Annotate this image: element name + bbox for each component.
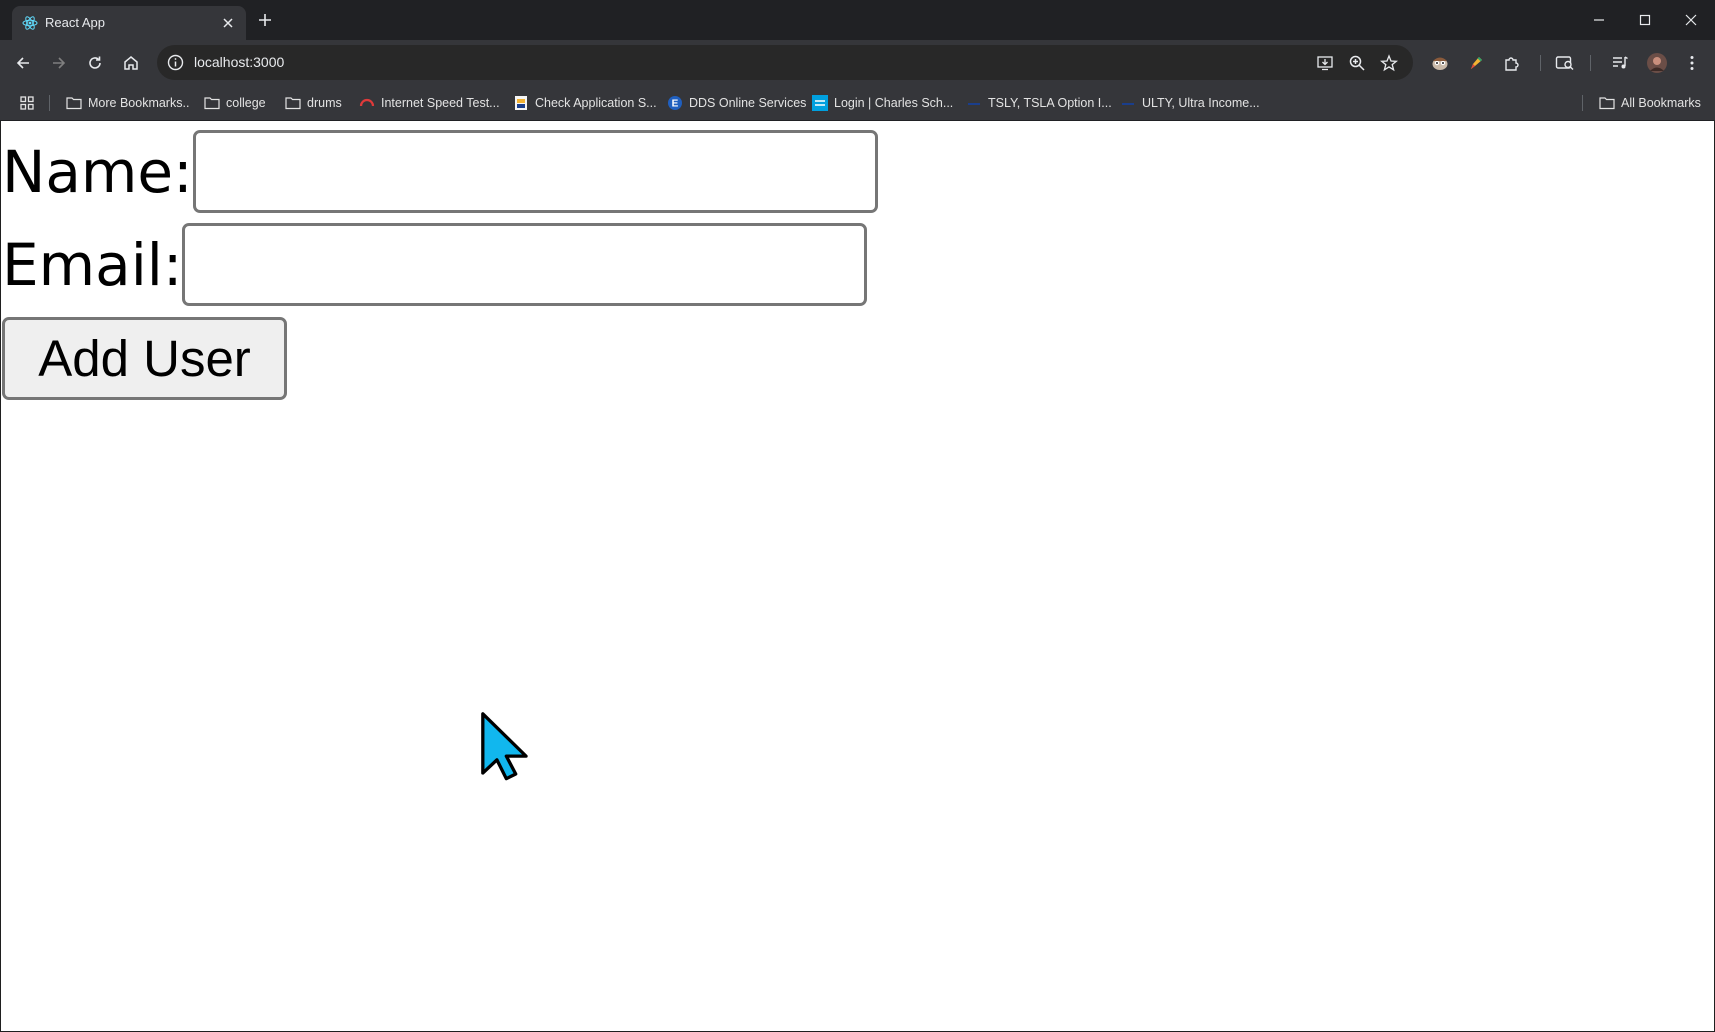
tab-react-app[interactable]: React App (12, 6, 246, 40)
url-text: localhost:3000 (194, 54, 285, 70)
bookmark-label: drums (307, 96, 342, 110)
kebab-menu-icon[interactable] (1680, 51, 1704, 75)
folder-icon (1599, 95, 1615, 111)
bookmark-label: Internet Speed Test... (381, 96, 500, 110)
bookmarks-bar: More Bookmarks.. college drums Internet … (0, 85, 1715, 121)
folder-icon (66, 95, 82, 111)
address-bar[interactable]: localhost:3000 (157, 45, 1413, 80)
svg-text:E: E (672, 99, 679, 110)
email-label: Email: (2, 230, 183, 299)
site-info-icon[interactable] (167, 54, 184, 71)
all-bookmarks-button[interactable]: All Bookmarks (1599, 85, 1701, 121)
bookmark-label: Check Application S... (535, 96, 657, 110)
tab-search-icon[interactable] (1553, 51, 1577, 75)
zoom-icon[interactable] (1347, 53, 1367, 73)
reload-icon[interactable] (83, 51, 107, 75)
folder-icon (204, 95, 220, 111)
extensions-puzzle-icon[interactable] (1500, 51, 1524, 75)
bookmark-drums[interactable]: drums (285, 85, 342, 121)
media-controls-icon[interactable] (1608, 51, 1632, 75)
page-viewport: Name: Email: Add User (1, 121, 1714, 1031)
speedtest-icon (359, 95, 375, 111)
bookmark-label: Login | Charles Sch... (834, 96, 954, 110)
schwab-icon (812, 95, 828, 111)
forward-arrow-icon[interactable] (47, 51, 71, 75)
browser-toolbar: localhost:3000 (0, 40, 1715, 85)
folder-icon (285, 95, 301, 111)
apps-grid-icon[interactable] (19, 85, 35, 121)
bookmarks-divider (49, 95, 50, 111)
name-input[interactable] (192, 130, 878, 213)
extension-pen-icon[interactable] (1464, 51, 1488, 75)
react-icon (22, 15, 38, 31)
bookmark-more-bookmarks[interactable]: More Bookmarks.. (66, 85, 189, 121)
bookmark-dds-online-services[interactable]: E DDS Online Services (667, 85, 806, 121)
bookmark-label: DDS Online Services (689, 96, 807, 110)
bookmark-college[interactable]: college (204, 85, 266, 121)
add-user-button[interactable]: Add User (2, 317, 287, 400)
name-label: Name: (2, 137, 193, 206)
new-tab-plus-icon[interactable] (255, 10, 275, 30)
profile-avatar[interactable] (1645, 51, 1669, 75)
home-icon[interactable] (119, 51, 143, 75)
bookmark-star-icon[interactable] (1379, 53, 1399, 73)
bookmark-internet-speed-test[interactable]: Internet Speed Test... (359, 85, 500, 121)
bookmark-label: More Bookmarks.. (88, 96, 190, 110)
close-window-icon[interactable] (1668, 0, 1714, 40)
install-app-icon[interactable] (1315, 53, 1335, 73)
site-icon (966, 95, 982, 111)
extension-mascot-icon[interactable] (1428, 51, 1452, 75)
minimize-icon[interactable] (1576, 0, 1622, 40)
mouse-pointer-icon (480, 711, 532, 783)
toolbar-divider (1540, 55, 1541, 71)
maximize-icon[interactable] (1622, 0, 1668, 40)
bookmark-tsly[interactable]: TSLY, TSLA Option I... (966, 85, 1112, 121)
tab-strip: React App (0, 0, 1715, 40)
site-icon (1120, 95, 1136, 111)
bookmark-ulty[interactable]: ULTY, Ultra Income... (1120, 85, 1260, 121)
email-row: Email: (2, 223, 868, 306)
site-icon (513, 95, 529, 111)
tab-title: React App (45, 15, 105, 30)
all-bookmarks-label: All Bookmarks (1621, 96, 1701, 110)
close-tab-icon[interactable] (220, 15, 236, 31)
bookmark-charles-schwab[interactable]: Login | Charles Sch... (812, 85, 953, 121)
bookmark-check-application[interactable]: Check Application S... (513, 85, 657, 121)
bookmark-label: ULTY, Ultra Income... (1142, 96, 1260, 110)
name-row: Name: (2, 130, 878, 213)
toolbar-divider (1590, 55, 1591, 71)
email-input[interactable] (182, 223, 868, 306)
back-arrow-icon[interactable] (11, 51, 35, 75)
bookmark-label: college (226, 96, 266, 110)
bookmarks-divider (1582, 95, 1583, 111)
dds-icon: E (667, 95, 683, 111)
bookmark-label: TSLY, TSLA Option I... (988, 96, 1112, 110)
